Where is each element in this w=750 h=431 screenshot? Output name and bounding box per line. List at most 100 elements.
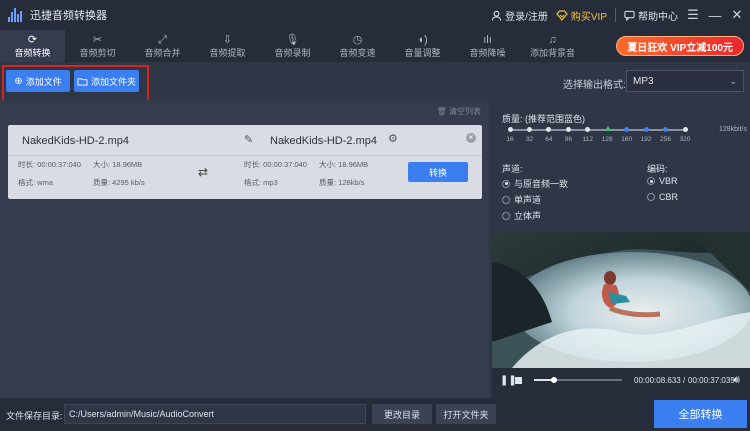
microphone-icon: 🎙︎ <box>285 33 300 46</box>
tab-audio-merge[interactable]: ⤢ 音频合并 <box>130 30 195 62</box>
scissors-icon: ✂ <box>92 33 103 46</box>
tab-audio-extract[interactable]: ⇩ 音频提取 <box>195 30 260 62</box>
quality-slider-stop[interactable] <box>507 127 513 132</box>
channel-option-mono[interactable]: 单声道 <box>502 193 541 206</box>
help-center-button[interactable]: 帮助中心 <box>624 8 678 23</box>
encoding-option-vbr[interactable]: VBR <box>647 176 678 186</box>
player-controls: ❚❚ 00:00:08.633 / 00:00:37:035 🔊︎ <box>492 368 750 398</box>
tab-label: 音频提取 <box>209 47 246 58</box>
tab-audio-cut[interactable]: ✂ 音频剪切 <box>65 30 130 62</box>
time-separator: / <box>683 376 686 385</box>
total-time: 00:00:37:035 <box>688 376 735 385</box>
menu-icon[interactable]: ☰ <box>686 7 700 23</box>
radio-icon <box>502 179 510 188</box>
quality-slider-thumb[interactable] <box>604 126 611 131</box>
quality-slider-stop[interactable] <box>585 127 591 132</box>
quality-tick-label: 16 <box>506 136 514 143</box>
divider <box>615 8 616 22</box>
save-path-input[interactable]: C:/Users/admin/Music/AudioConvert <box>64 404 366 424</box>
quality-tick-label: 128 <box>601 136 613 143</box>
quality-tick-label: 64 <box>545 136 553 143</box>
tab-audio-speed[interactable]: ◷ 音频变速 <box>325 30 390 62</box>
change-dir-button[interactable]: 更改目录 <box>372 404 432 424</box>
help-center-label: 帮助中心 <box>638 11 678 23</box>
quality-tick-label: 192 <box>640 136 652 143</box>
close-icon[interactable]: × <box>466 133 476 143</box>
promo-banner[interactable]: 夏日狂欢 VIP立减100元 <box>616 36 744 56</box>
refresh-icon: ⟳ <box>27 33 38 46</box>
buy-vip-label: 购买VIP <box>570 11 607 23</box>
chat-bubble-icon <box>624 10 635 21</box>
save-dir-label: 文件保存目录: <box>6 411 63 421</box>
encoding-option-label: VBR <box>659 176 678 186</box>
gear-icon[interactable]: ⚙ <box>388 132 398 145</box>
quality-label: 质量: (推荐范围蓝色) <box>502 114 585 124</box>
merge-icon: ⤢ <box>158 33 167 46</box>
output-format-select[interactable]: MP3 ⌄ <box>626 70 744 92</box>
tab-label: 音频录制 <box>274 47 311 58</box>
quality-tick-label: 160 <box>621 136 633 143</box>
progress-track[interactable] <box>534 377 622 383</box>
radio-icon <box>647 177 655 185</box>
tab-audio-record[interactable]: 🎙︎ 音频录制 <box>260 30 325 62</box>
quality-tick-label: 32 <box>525 136 534 143</box>
buy-vip-button[interactable]: 购买VIP <box>556 8 607 23</box>
current-time: 00:00:08.633 <box>634 376 681 385</box>
target-quality: 质量: 128kb/s <box>319 178 365 187</box>
clear-list-button[interactable]: 🗑︎ 清空列表 <box>437 106 481 117</box>
tab-volume-adjust[interactable]: ◖) 音量调整 <box>390 30 455 62</box>
quality-slider-stop[interactable] <box>546 127 552 132</box>
radio-icon <box>502 211 510 220</box>
tab-label: 添加背景音 <box>529 47 575 58</box>
chevron-down-icon: ⌄ <box>729 76 737 86</box>
target-file-name: NakedKids-HD-2.mp4 <box>270 135 377 147</box>
login-button[interactable]: 登录/注册 <box>491 8 548 23</box>
title-bar: 迅捷音频转换器 登录/注册 购买VIP 帮助中心 ☰ — ✕ <box>0 0 750 30</box>
trash-icon: 🗑︎ <box>436 107 447 116</box>
shuffle-icon: ⇄ <box>198 165 209 179</box>
tab-add-background-music[interactable]: ♫ 添加背景音 <box>520 30 585 62</box>
progress-knob[interactable] <box>551 377 558 383</box>
radio-icon <box>502 195 510 204</box>
extract-icon: ⇩ <box>222 33 233 46</box>
quality-slider-stop[interactable] <box>682 127 688 132</box>
quality-slider-stop[interactable] <box>565 127 571 132</box>
tab-label: 音量调整 <box>404 47 441 58</box>
waveform-icon: ılı <box>483 33 492 46</box>
edit-icon[interactable]: ✎ <box>244 133 253 146</box>
radio-icon <box>647 193 655 201</box>
source-quality: 质量: 4295 kb/s <box>93 178 145 187</box>
close-icon[interactable]: ✕ <box>730 7 744 23</box>
divider <box>8 155 482 156</box>
tab-audio-convert[interactable]: ⟳ 音频转换 <box>0 30 65 62</box>
channel-option-original[interactable]: 与原音频一致 <box>502 177 568 190</box>
open-folder-button[interactable]: 打开文件夹 <box>436 404 496 424</box>
minimize-icon[interactable]: — <box>708 8 722 23</box>
save-path-value: C:/Users/admin/Music/AudioConvert <box>69 409 215 419</box>
quality-tick-label: 112 <box>582 136 593 143</box>
quality-slider-stop[interactable] <box>624 127 630 132</box>
speedometer-icon: ◷ <box>352 33 363 46</box>
quality-slider-stop[interactable] <box>643 127 649 132</box>
quality-slider-stop[interactable] <box>526 127 532 132</box>
stop-icon[interactable] <box>515 377 522 384</box>
quality-slider[interactable] <box>507 126 688 132</box>
tab-noise-reduction[interactable]: ılı 音频降噪 <box>455 30 520 62</box>
speaker-icon[interactable]: 🔊︎ <box>733 374 740 387</box>
target-duration: 时长: 00:00:37:040 <box>244 160 307 169</box>
convert-button[interactable]: 转换 <box>408 162 468 182</box>
encoding-option-cbr[interactable]: CBR <box>647 192 678 202</box>
user-icon <box>491 10 502 21</box>
encoding-label: 编码: <box>647 164 668 174</box>
video-frame-image <box>492 232 750 368</box>
source-file-name: NakedKids-HD-2.mp4 <box>22 135 129 147</box>
target-size: 大小: 18.96MB <box>319 160 369 169</box>
convert-all-button[interactable]: 全部转换 <box>654 400 747 428</box>
channel-option-stereo[interactable]: 立体声 <box>502 209 541 222</box>
quality-tick-label: 256 <box>660 136 671 143</box>
source-format: 格式: wma <box>18 178 54 187</box>
channel-option-label: 单声道 <box>514 195 542 205</box>
tab-label: 音频合并 <box>144 47 181 58</box>
quality-slider-stop[interactable] <box>663 127 669 132</box>
vip-diamond-icon <box>556 9 568 21</box>
